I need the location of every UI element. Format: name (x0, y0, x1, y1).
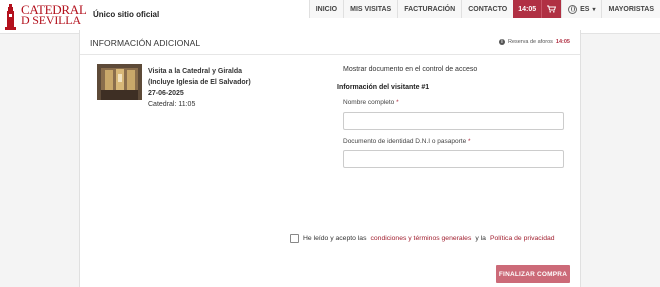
logo-line-2: D SEVILLA (21, 13, 81, 27)
visit-thumbnail (97, 64, 142, 100)
name-label: Nombre completo * (343, 99, 399, 106)
nav-inicio[interactable]: INICIO (308, 0, 344, 18)
visitor-form: Mostrar documento en el control de acces… (337, 66, 568, 168)
info-icon: i (498, 39, 505, 45)
visit-summary: Visita a la Catedral y Giralda (Incluye … (148, 66, 251, 110)
terms-checkbox[interactable] (290, 234, 299, 243)
terms-prefix: He leído y acepto las (303, 235, 367, 242)
nav-mayoristas[interactable]: MAYORISTAS (601, 0, 660, 18)
site-header: CATEDRAL D SEVILLA Único sitio oficial I… (0, 0, 660, 34)
visit-date: 27-06-2025 (148, 90, 184, 97)
terms-row: He leído y acepto las condiciones y térm… (290, 234, 555, 243)
privacy-policy-link[interactable]: Política de privacidad (490, 235, 555, 242)
terms-middle: y la (475, 235, 486, 242)
reservation-info: i Reserva de aforos 14:05 (498, 39, 570, 45)
catedral-logo[interactable]: CATEDRAL D SEVILLA (3, 2, 87, 31)
official-site-label: Único sitio oficial (93, 10, 160, 19)
id-label-text: Documento de identidad D.N.I o pasaporte (343, 138, 467, 145)
card-header: INFORMACIÓN ADICIONAL i Reserva de aforo… (80, 30, 580, 55)
reservation-time: 14:05 (555, 39, 570, 45)
visit-name-line1: Visita a la Catedral y Giralda (148, 68, 243, 75)
nav-facturacion[interactable]: FACTURACIÓN (397, 0, 462, 18)
visit-session: Catedral: 11:05 (148, 101, 196, 108)
finalize-purchase-button[interactable]: FINALIZAR COMPRA (496, 265, 570, 283)
language-label: ES (580, 5, 590, 13)
card-title: INFORMACIÓN ADICIONAL (90, 38, 201, 48)
full-name-input[interactable] (343, 112, 564, 130)
visit-name-line2: (Incluye Iglesia de El Salvador) (148, 79, 251, 86)
visitor-heading: Información del visitante #1 (337, 84, 430, 91)
reservation-label: Reserva de aforos (507, 39, 553, 45)
name-required-mark: * (396, 99, 399, 106)
main-nav: INICIO MIS VISITAS FACTURACIÓN CONTACTO … (308, 0, 660, 18)
nav-timer: 14:05 (513, 0, 542, 18)
globe-icon (568, 4, 578, 14)
access-note: Mostrar documento en el control de acces… (343, 66, 478, 73)
id-label: Documento de identidad D.N.I o pasaporte… (343, 138, 471, 145)
cart-icon (547, 5, 557, 13)
giralda-logo-icon (5, 4, 16, 30)
id-document-input[interactable] (343, 150, 564, 168)
additional-info-card: INFORMACIÓN ADICIONAL i Reserva de aforo… (79, 30, 581, 287)
caret-down-icon: ▾ (592, 6, 596, 13)
language-selector[interactable]: ES ▾ (561, 0, 602, 18)
logo-text: CATEDRAL D SEVILLA (21, 3, 87, 27)
nav-contacto[interactable]: CONTACTO (461, 0, 514, 18)
terms-conditions-link[interactable]: condiciones y términos generales (370, 235, 471, 242)
name-label-text: Nombre completo (343, 99, 395, 106)
nav-mis-visitas[interactable]: MIS VISITAS (343, 0, 398, 18)
id-required-mark: * (468, 138, 471, 145)
nav-cart[interactable] (541, 0, 562, 18)
